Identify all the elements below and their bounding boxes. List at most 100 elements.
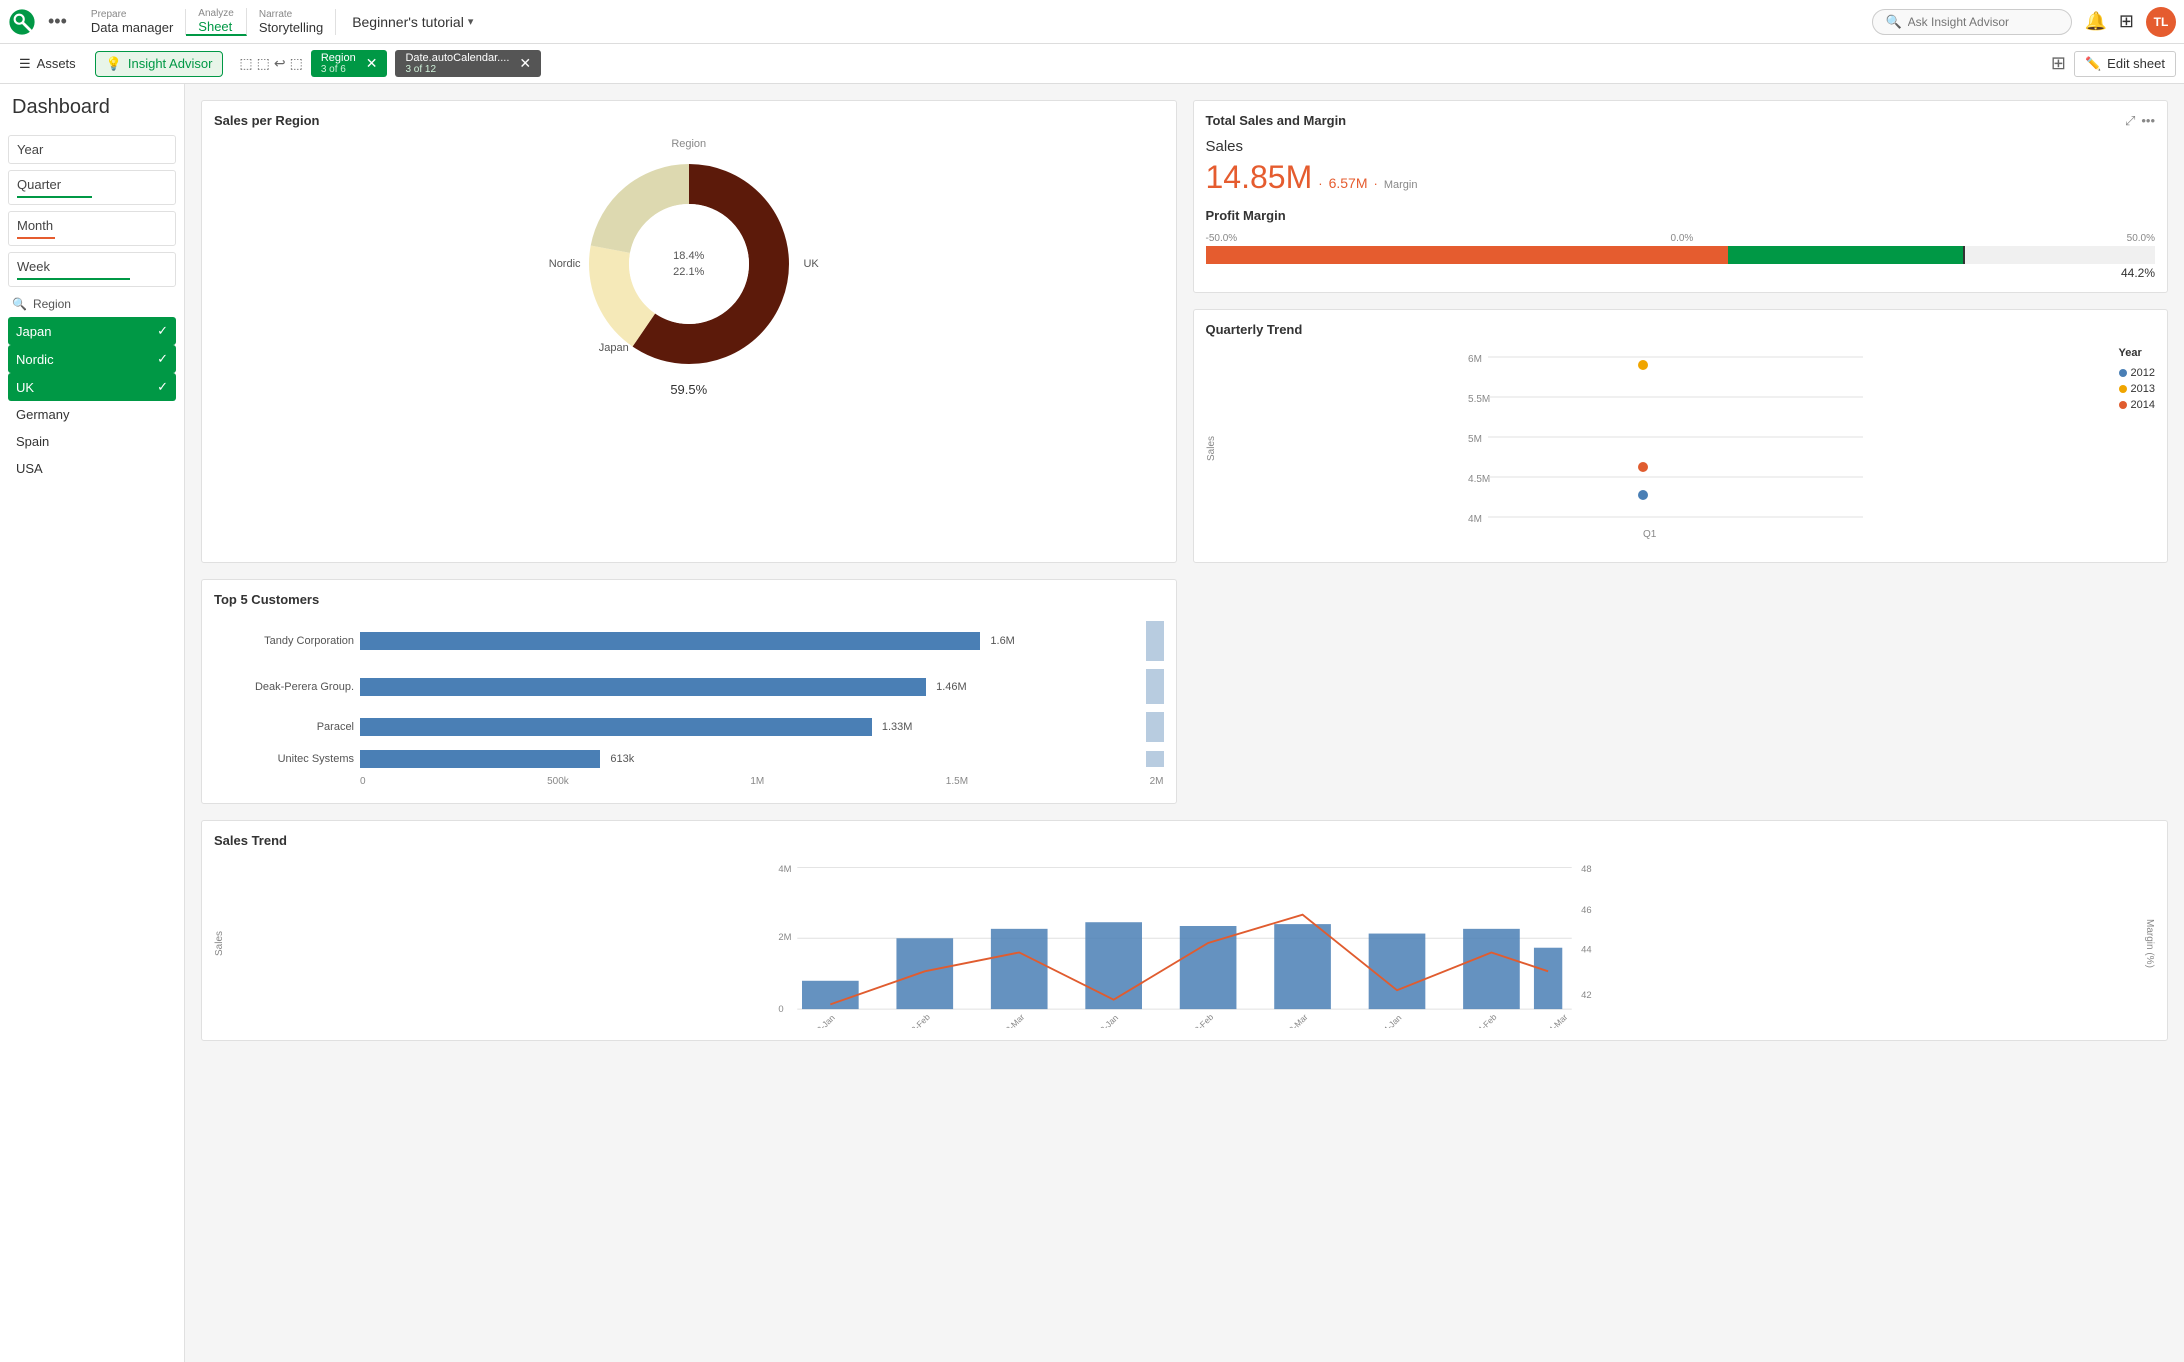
total-sales-content: Total Sales and Margin Sales 14.85M · 6.… [1206, 113, 1418, 196]
svg-text:2012-Feb: 2012-Feb [899, 1012, 932, 1028]
date-filter-chip[interactable]: Date.autoCalendar.... 3 of 12 ✕ [395, 50, 541, 77]
bar-mini [1146, 751, 1164, 767]
margin-dot: · [1374, 176, 1378, 191]
top-nav: ••• Prepare Data manager Analyze Sheet N… [0, 0, 2184, 44]
search-icon-small: 🔍 [12, 297, 27, 311]
region-item-nordic[interactable]: Nordic ✓ [8, 345, 176, 373]
svg-text:6M: 6M [1468, 354, 1482, 365]
bar-mini [1146, 669, 1164, 704]
svg-text:4.5M: 4.5M [1468, 474, 1490, 485]
expand-icon[interactable]: ⤢ [2125, 113, 2135, 129]
customer-name: Deak-Perera Group. [214, 681, 354, 693]
sales-kpi: 14.85M · 6.57M · Margin [1206, 159, 1418, 196]
svg-text:2013-Feb: 2013-Feb [1182, 1012, 1215, 1028]
margin-percentage: 44.2% [1206, 266, 2156, 280]
x-axis-labels: 0 500k 1M 1.5M 2M [214, 776, 1164, 787]
svg-text:48: 48 [1581, 864, 1592, 875]
svg-text:46: 46 [1581, 905, 1592, 916]
margin-separator: · [1318, 176, 1322, 191]
region-item-uk[interactable]: UK ✓ [8, 373, 176, 401]
nav-prepare[interactable]: Prepare Data manager [79, 9, 186, 35]
donut-chart: Region Nordic [214, 138, 1164, 397]
nordic-label: Nordic [549, 258, 581, 270]
region-item-usa[interactable]: USA [8, 455, 176, 482]
svg-text:4M: 4M [778, 864, 791, 875]
tutorial-dropdown[interactable]: Beginner's tutorial ▾ [352, 14, 473, 30]
check-icon: ✓ [157, 379, 168, 395]
redo-icon: ⬚ [290, 55, 303, 72]
svg-text:2014-Mar: 2014-Mar [1537, 1012, 1570, 1028]
insight-advisor-button[interactable]: 💡 Insight Advisor [95, 51, 224, 77]
region-filter-chip[interactable]: Region 3 of 6 ✕ [311, 50, 388, 77]
table-row: Paracel 1.33M [214, 712, 1164, 742]
region-item-japan[interactable]: Japan ✓ [8, 317, 176, 345]
total-sales-title: Total Sales and Margin [1206, 113, 1418, 128]
total-sales-card: Total Sales and Margin Sales 14.85M · 6.… [1193, 100, 2169, 293]
sales-axis-label: Sales [214, 858, 230, 1028]
quarterly-chart: Sales 6M 5.5M 5M 4.5M 4M [1206, 347, 2156, 550]
toolbar: ☰ Assets 💡 Insight Advisor ⬚ ⬚ ↩ ⬚ Regio… [0, 44, 2184, 84]
sales-label: Sales [1206, 138, 1418, 155]
profit-margin-title: Profit Margin [1206, 208, 2156, 223]
region-list: Japan ✓ Nordic ✓ UK ✓ Germany Spain USA [8, 317, 176, 482]
card-controls: ⤢ ••• [2125, 113, 2155, 129]
svg-text:42: 42 [1581, 990, 1592, 1001]
margin-label: Margin [1384, 179, 1418, 191]
pct-labels: 18.4% 22.1% [673, 250, 704, 278]
more-icon[interactable]: ••• [2141, 113, 2155, 129]
region-item-spain[interactable]: Spain [8, 428, 176, 455]
check-icon: ✓ [157, 351, 168, 367]
qlik-logo[interactable] [8, 8, 36, 36]
bar [360, 718, 872, 736]
date-chip-close-icon[interactable]: ✕ [519, 55, 531, 72]
sales-trend-chart: Sales 4M 2M 0 48 46 44 42 [214, 858, 2155, 1028]
bar-chart: Tandy Corporation 1.6M Deak-Perera Group… [214, 617, 1164, 791]
svg-text:44: 44 [1581, 944, 1592, 955]
nav-analyze[interactable]: Analyze Sheet [186, 8, 247, 36]
margin-value: 6.57M [1329, 175, 1368, 191]
region-chip-close-icon[interactable]: ✕ [366, 55, 378, 72]
uk-pct: 59.5% [670, 382, 707, 397]
uk-label: UK [803, 258, 818, 270]
sidebar: Dashboard Year Quarter Month Week 🔍 Regi… [0, 84, 185, 1362]
customer-name: Tandy Corporation [214, 635, 354, 647]
edit-sheet-button[interactable]: ✏️ Edit sheet [2074, 51, 2176, 77]
grid-icon[interactable]: ⊞ [2119, 11, 2134, 32]
assets-button[interactable]: ☰ Assets [8, 51, 87, 77]
legend-title: Year [2119, 347, 2155, 359]
svg-text:4M: 4M [1468, 514, 1482, 525]
nav-narrate[interactable]: Narrate Storytelling [247, 9, 336, 35]
lasso-icon: ⬚ [257, 55, 270, 72]
svg-text:5.5M: 5.5M [1468, 394, 1490, 405]
undo-icon: ↩ [274, 55, 286, 72]
grid-toggle[interactable]: ⊞ [2051, 53, 2066, 74]
month-filter[interactable]: Month [8, 211, 176, 246]
bell-icon[interactable]: 🔔 [2084, 11, 2106, 32]
legend: Year 2012 2013 2014 [2119, 347, 2155, 550]
week-filter[interactable]: Week [8, 252, 176, 287]
search-icon: 🔍 [1885, 14, 1901, 30]
customer-name: Paracel [214, 721, 354, 733]
bar [360, 750, 600, 768]
table-row: Unitec Systems 613k [214, 750, 1164, 768]
svg-text:2014-Feb: 2014-Feb [1466, 1012, 1499, 1028]
avatar[interactable]: TL [2146, 7, 2176, 37]
sales-per-region-title: Sales per Region [214, 113, 1164, 128]
margin-axis: -50.0% 0.0% 50.0% [1206, 233, 2156, 244]
grid-view-icon: ⊞ [2051, 53, 2066, 74]
assets-icon: ☰ [19, 56, 31, 72]
top5-title: Top 5 Customers [214, 592, 1164, 607]
legend-dot-2014 [2119, 401, 2127, 409]
year-filter[interactable]: Year [8, 135, 176, 164]
search-box[interactable]: 🔍 [1872, 9, 2072, 35]
quarter-filter[interactable]: Quarter [8, 170, 176, 205]
content-grid: Sales per Region Region [201, 100, 2168, 1041]
main-layout: Dashboard Year Quarter Month Week 🔍 Regi… [0, 84, 2184, 1362]
nav-more-icon[interactable]: ••• [48, 11, 67, 32]
right-panel: Total Sales and Margin Sales 14.85M · 6.… [1193, 100, 2169, 563]
sales-trend-svg: 4M 2M 0 48 46 44 42 [234, 858, 2135, 1028]
search-input[interactable] [1908, 15, 2048, 29]
quarterly-trend-title: Quarterly Trend [1206, 322, 2156, 337]
region-item-germany[interactable]: Germany [8, 401, 176, 428]
margin-bar [1206, 246, 2156, 264]
